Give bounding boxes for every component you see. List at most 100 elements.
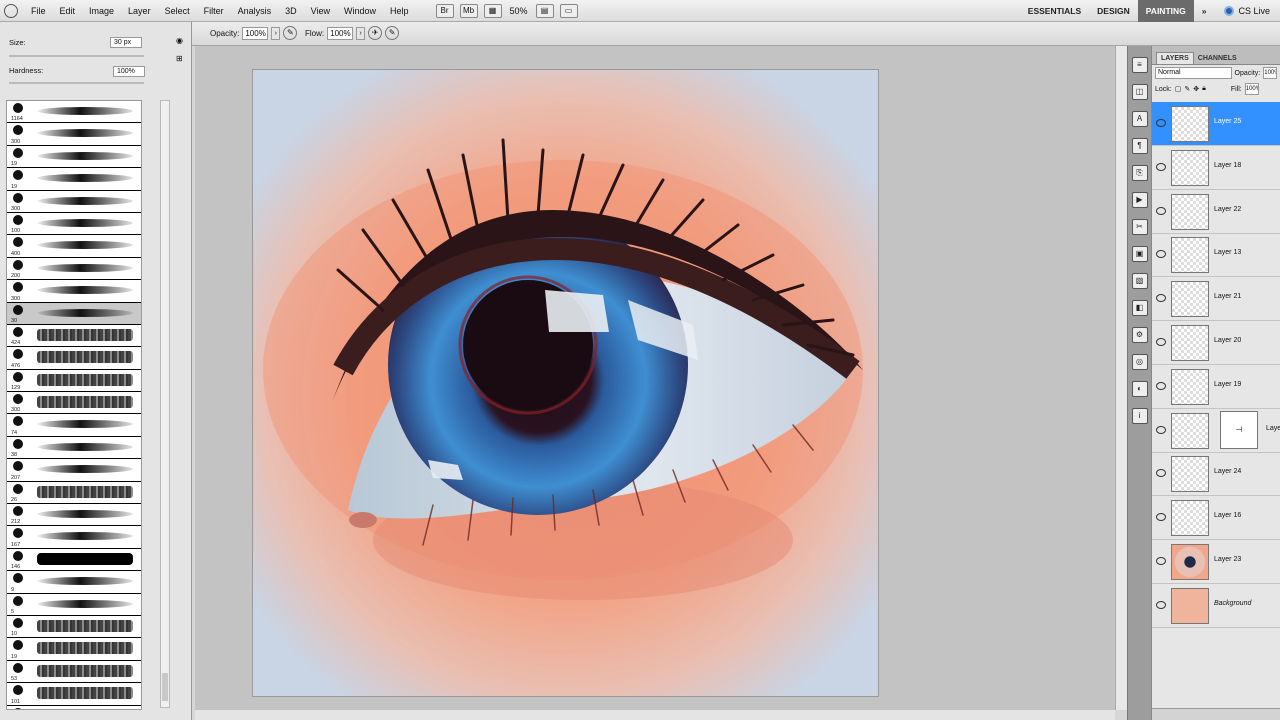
menu-3d[interactable]: 3D <box>278 6 304 16</box>
visibility-eye-icon[interactable] <box>1156 557 1166 565</box>
layer-row[interactable]: Layer 25 <box>1152 102 1280 146</box>
panel-menu-icon[interactable]: ◉ <box>176 36 183 45</box>
opacity-field[interactable]: 100% <box>242 26 269 40</box>
more-workspaces-icon[interactable]: » <box>1194 0 1215 22</box>
layer-row[interactable]: Layer 18 <box>1152 146 1280 190</box>
brush-preset[interactable]: 19 <box>7 146 141 169</box>
visibility-eye-icon[interactable] <box>1156 206 1166 215</box>
lock-all-icon[interactable]: 🔒︎ <box>1202 85 1206 93</box>
masks-icon[interactable]: ◎ <box>1131 354 1148 370</box>
painting-canvas[interactable] <box>253 70 878 696</box>
fill-field[interactable]: 100% <box>1244 83 1259 95</box>
visibility-eye-icon[interactable] <box>1156 425 1166 434</box>
brush-preset[interactable]: 10 <box>7 616 141 639</box>
lock-pixels-icon[interactable]: ✎ <box>1184 85 1190 93</box>
cs-live-button[interactable]: CS Live <box>1214 6 1280 16</box>
menu-window[interactable]: Window <box>337 6 383 16</box>
brush-preset[interactable]: 9 <box>7 571 141 594</box>
visibility-eye-icon[interactable] <box>1156 119 1166 127</box>
layer-row[interactable]: Layer 16 <box>1152 496 1280 541</box>
zoom-level[interactable]: 50% <box>510 6 528 16</box>
brush-presets-icon[interactable]: ◫ <box>1131 84 1148 100</box>
size-field[interactable]: 30 px <box>110 37 142 48</box>
brush-preset[interactable]: 146 <box>7 549 141 572</box>
brush-preset[interactable]: 300 <box>7 392 141 415</box>
layer-opacity-field[interactable]: 100% <box>1263 67 1277 79</box>
workspace-essentials[interactable]: ESSENTIALS <box>1020 0 1089 22</box>
brush-preset[interactable]: 94 <box>7 706 141 709</box>
flow-field[interactable]: 100% <box>327 26 354 40</box>
brush-preset[interactable]: 26 <box>7 482 141 505</box>
layer-row[interactable]: Layer 22 <box>1152 190 1280 234</box>
brush-preset[interactable]: 101 <box>7 683 141 706</box>
brush-preset[interactable]: 424 <box>7 325 141 348</box>
menu-help[interactable]: Help <box>383 6 416 16</box>
layer-row[interactable]: Layer 24 <box>1152 452 1280 497</box>
lock-transparency-icon[interactable]: ▢ <box>1175 85 1182 93</box>
adjustments-icon[interactable]: ⚙ <box>1131 327 1148 343</box>
canvas-horizontal-scrollbar[interactable] <box>195 710 1115 720</box>
paragraph-icon[interactable]: ¶ <box>1131 138 1148 154</box>
brush-preset[interactable]: 38 <box>7 437 141 460</box>
character-icon[interactable]: A <box>1131 111 1148 127</box>
visibility-eye-icon[interactable] <box>1156 381 1166 390</box>
brush-preset[interactable]: 200 <box>7 258 141 281</box>
airbrush-icon[interactable]: ✈ <box>368 26 383 40</box>
menu-select[interactable]: Select <box>158 6 197 16</box>
canvas-vertical-scrollbar[interactable] <box>1115 46 1127 710</box>
flow-dropdown-icon[interactable]: › <box>356 26 366 40</box>
layer-row[interactable]: Background <box>1152 584 1280 628</box>
menu-analysis[interactable]: Analysis <box>231 6 279 16</box>
workspace-design[interactable]: DESIGN <box>1089 0 1138 22</box>
tool-presets-icon[interactable]: ✂ <box>1131 219 1148 235</box>
layer-row[interactable]: ⊣ Layer <box>1152 409 1280 453</box>
new-preset-icon[interactable]: ⊞ <box>176 54 183 63</box>
info-icon[interactable]: i <box>1131 408 1148 424</box>
visibility-eye-icon[interactable] <box>1156 600 1166 609</box>
history-icon[interactable]: ≡ <box>1131 57 1148 73</box>
blend-mode-select[interactable]: Normal <box>1155 67 1232 79</box>
brush-preset[interactable]: 207 <box>7 459 141 482</box>
lock-position-icon[interactable]: ✥ <box>1193 85 1199 93</box>
brush-preset[interactable]: 300 <box>7 280 141 303</box>
brush-preset[interactable]: 476 <box>7 347 141 370</box>
layer-mask-thumbnail[interactable]: ⊣ <box>1220 410 1258 449</box>
menu-file[interactable]: File <box>24 6 53 16</box>
clone-source-icon[interactable]: ⎘ <box>1131 165 1148 181</box>
actions-icon[interactable]: ▶ <box>1131 192 1148 208</box>
layer-row[interactable]: Layer 13 <box>1152 233 1280 278</box>
brush-preset[interactable]: 19 <box>7 168 141 191</box>
view-extras-icon[interactable]: ▦ <box>483 3 502 18</box>
opacity-dropdown-icon[interactable]: › <box>271 26 281 40</box>
layer-row[interactable]: Layer 21 <box>1152 277 1280 322</box>
launch-bridge-icon[interactable]: Br <box>435 3 454 18</box>
menu-layer[interactable]: Layer <box>121 6 158 16</box>
workspace-painting[interactable]: PAINTING <box>1137 0 1194 22</box>
menu-edit[interactable]: Edit <box>53 6 83 16</box>
brush-preset[interactable]: 74 <box>7 414 141 437</box>
visibility-eye-icon[interactable] <box>1156 338 1166 346</box>
brush-preset[interactable]: 19 <box>7 638 141 661</box>
brush-list-scroll-thumb[interactable] <box>162 673 168 701</box>
color-icon[interactable]: ◐ <box>1131 381 1148 397</box>
brush-preset[interactable]: 1164 <box>7 101 141 124</box>
brush-preset[interactable]: 5 <box>7 594 141 616</box>
brush-preset[interactable]: 53 <box>7 661 141 684</box>
brush-preset[interactable]: 30 <box>7 302 141 325</box>
styles-icon[interactable]: ▧ <box>1131 273 1148 289</box>
brush-preset[interactable]: 129 <box>7 370 141 393</box>
brush-preset[interactable]: 212 <box>7 504 141 527</box>
brush-preset[interactable]: 300 <box>7 123 141 146</box>
visibility-eye-icon[interactable] <box>1156 469 1166 478</box>
pressure-size-icon[interactable]: ✎ <box>385 26 400 40</box>
canvas-area[interactable] <box>195 46 1115 710</box>
menu-image[interactable]: Image <box>82 6 121 16</box>
swatches-icon[interactable]: ▣ <box>1131 246 1148 262</box>
arrange-documents-icon[interactable]: ▤ <box>535 3 554 18</box>
size-slider[interactable] <box>9 55 144 57</box>
hardness-field[interactable]: 100% <box>113 66 145 77</box>
layer-row[interactable]: Layer 20 <box>1152 321 1280 365</box>
visibility-eye-icon[interactable] <box>1156 250 1166 259</box>
brush-preset[interactable]: 167 <box>7 526 141 549</box>
screen-mode-icon[interactable]: ▭ <box>559 3 578 18</box>
